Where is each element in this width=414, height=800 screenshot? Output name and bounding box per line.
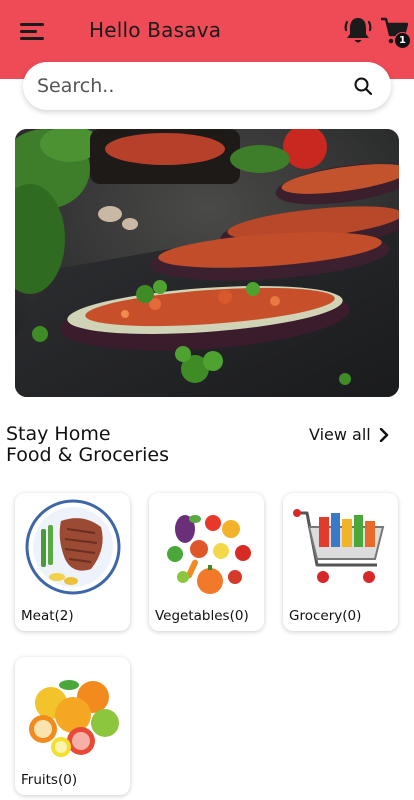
vegetables-image	[167, 515, 251, 594]
search-icon[interactable]	[353, 76, 373, 96]
category-card-vegetables[interactable]: Vegetables(0)	[149, 493, 264, 631]
meat-plate-image	[25, 499, 121, 595]
fruits-image	[29, 680, 119, 757]
cart-count-badge: 1	[394, 32, 411, 49]
search-input[interactable]	[37, 68, 337, 104]
category-label: Grocery(0)	[289, 608, 362, 624]
section-title-line1: Stay Home	[6, 423, 111, 445]
category-card-meat[interactable]: Meat(2)	[15, 493, 130, 631]
search-bar	[23, 62, 391, 110]
cart-icon[interactable]: 1	[380, 15, 411, 49]
menu-icon[interactable]	[20, 20, 44, 42]
bell-icon[interactable]	[343, 15, 373, 47]
category-label: Fruits(0)	[21, 772, 78, 788]
category-label: Vegetables(0)	[155, 608, 249, 624]
chevron-right-icon	[379, 427, 388, 442]
section-title-line2: Food & Groceries	[6, 444, 170, 466]
greeting-title: Hello Basava	[89, 18, 222, 42]
category-label: Meat(2)	[21, 608, 74, 624]
category-card-fruits[interactable]: Fruits(0)	[15, 657, 130, 795]
promo-banner-image[interactable]	[15, 129, 399, 397]
category-card-grocery[interactable]: Grocery(0)	[283, 493, 398, 631]
section-title: Stay Home Food & Groceries	[6, 424, 169, 466]
view-all-link[interactable]: View all	[309, 425, 389, 444]
shopping-cart-image	[293, 509, 385, 583]
view-all-label: View all	[309, 425, 371, 444]
